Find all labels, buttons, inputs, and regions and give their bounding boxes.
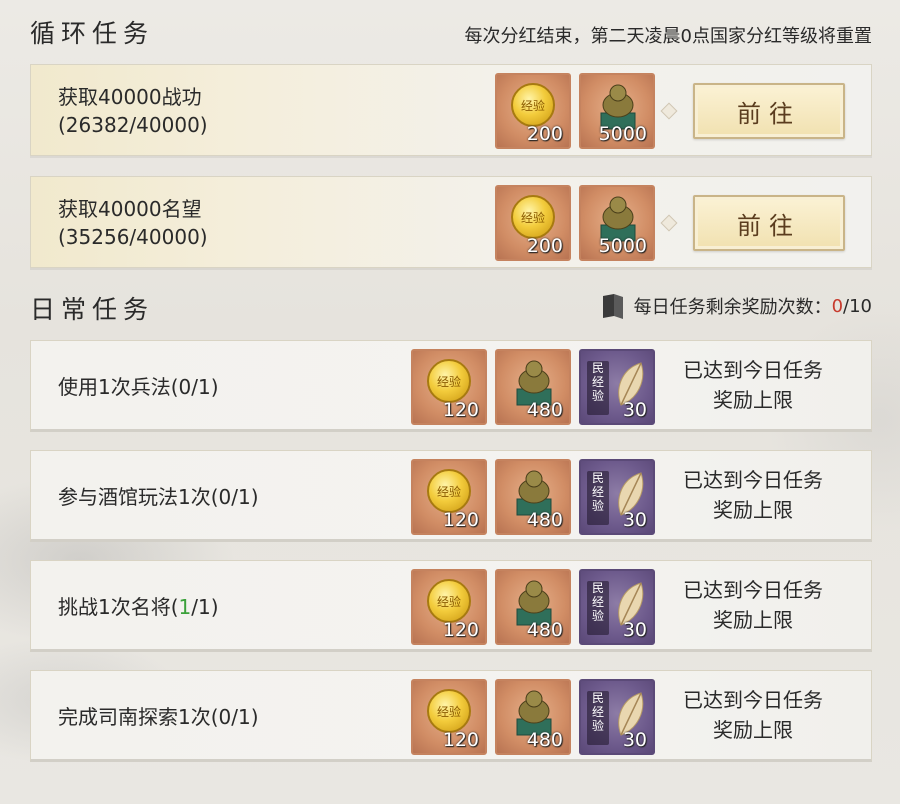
daily-task-card: 完成司南探索1次(0/1) 经验 120 480 民经验 30 已达到今日任务奖… <box>30 670 872 762</box>
remaining-total: /10 <box>843 295 872 317</box>
go-button[interactable]: 前往 <box>693 195 845 251</box>
reward-amount: 5000 <box>598 235 647 257</box>
book-icon <box>602 294 623 319</box>
reward-amount: 480 <box>526 729 563 751</box>
task-name: 获取40000战功 <box>58 85 202 109</box>
exp-coin-icon: 经验 <box>511 83 555 127</box>
exp-coin-icon: 经验 <box>427 359 471 403</box>
reward-amount: 30 <box>622 399 647 421</box>
minjing-label: 民经验 <box>587 691 609 745</box>
daily-remaining-count: 每日任务剩余奖励次数： 0 /10 <box>600 292 872 320</box>
remaining-current: 0 <box>831 295 844 317</box>
reward-amount: 200 <box>526 235 563 257</box>
reward-limit-status: 已达到今日任务 奖励上限 <box>683 358 823 412</box>
minjing-label: 民经验 <box>587 471 609 525</box>
reward-exp[interactable]: 经验 200 <box>495 185 571 261</box>
daily-section-title: 日常任务 <box>30 295 155 324</box>
loop-task-card: 获取40000名望 (35256/40000) 经验 200 5000 前往 <box>30 176 872 268</box>
reward-amount: 5000 <box>598 123 647 145</box>
reward-seal[interactable]: 480 <box>495 459 571 535</box>
reward-seal[interactable]: 480 <box>495 349 571 425</box>
divider-diamond <box>660 214 678 232</box>
reward-minjing[interactable]: 民经验 30 <box>579 349 655 425</box>
reward-exp[interactable]: 经验 120 <box>411 349 487 425</box>
task-progress: (35256/40000) <box>58 225 208 249</box>
reward-amount: 480 <box>526 509 563 531</box>
task-name: 挑战1次名将(1/1) <box>58 595 219 619</box>
exp-coin-icon: 经验 <box>427 469 471 513</box>
reward-amount: 30 <box>622 619 647 641</box>
exp-coin-icon: 经验 <box>427 689 471 733</box>
daily-task-card: 参与酒馆玩法1次(0/1) 经验 120 480 民经验 30 已达到今日任务奖… <box>30 450 872 542</box>
reward-seal[interactable]: 5000 <box>579 73 655 149</box>
minjing-label: 民经验 <box>587 581 609 635</box>
task-name: 获取40000名望 <box>58 197 202 221</box>
reward-seal[interactable]: 480 <box>495 569 571 645</box>
reward-amount: 120 <box>442 399 479 421</box>
remaining-label: 每日任务剩余奖励次数： <box>633 297 832 318</box>
reward-exp[interactable]: 经验 120 <box>411 569 487 645</box>
reward-amount: 480 <box>526 619 563 641</box>
reward-amount: 480 <box>526 399 563 421</box>
go-button[interactable]: 前往 <box>693 83 845 139</box>
loop-section-note: 每次分红结束，第二天凌晨0点国家分红等级将重置 <box>464 26 872 47</box>
reward-amount: 120 <box>442 509 479 531</box>
task-progress: (26382/40000) <box>58 113 208 137</box>
task-name: 完成司南探索1次(0/1) <box>58 705 259 729</box>
daily-task-card: 使用1次兵法(0/1) 经验 120 480 民经验 30 已达到今日任务 奖励上… <box>30 340 872 432</box>
reward-minjing[interactable]: 民经验 30 <box>579 569 655 645</box>
reward-amount: 30 <box>622 729 647 751</box>
reward-limit-status: 已达到今日任务 奖励上限 <box>683 688 823 742</box>
exp-coin-icon: 经验 <box>427 579 471 623</box>
reward-exp[interactable]: 经验 120 <box>411 459 487 535</box>
exp-coin-icon: 经验 <box>511 195 555 239</box>
reward-amount: 30 <box>622 509 647 531</box>
reward-amount: 120 <box>442 619 479 641</box>
reward-amount: 200 <box>526 123 563 145</box>
divider-diamond <box>660 102 678 120</box>
loop-section-title: 循环任务 <box>30 19 155 48</box>
reward-amount: 120 <box>442 729 479 751</box>
task-name: 参与酒馆玩法1次(0/1) <box>58 485 259 509</box>
reward-exp[interactable]: 经验 120 <box>411 679 487 755</box>
reward-seal[interactable]: 5000 <box>579 185 655 261</box>
reward-minjing[interactable]: 民经验 30 <box>579 459 655 535</box>
minjing-label: 民经验 <box>587 361 609 415</box>
loop-task-card: 获取40000战功 (26382/40000) 经验 200 5000 前往 <box>30 64 872 156</box>
reward-seal[interactable]: 480 <box>495 679 571 755</box>
reward-exp[interactable]: 经验 200 <box>495 73 571 149</box>
task-done-count: 1 <box>178 595 192 619</box>
reward-minjing[interactable]: 民经验 30 <box>579 679 655 755</box>
reward-limit-status: 已达到今日任务 奖励上限 <box>683 578 823 632</box>
daily-task-card: 挑战1次名将(1/1) 经验 120 480 民经验 30 已达到今日任务 奖励上… <box>30 560 872 652</box>
task-name: 使用1次兵法(0/1) <box>58 375 219 399</box>
reward-limit-status: 已达到今日任务 奖励上限 <box>683 468 823 522</box>
